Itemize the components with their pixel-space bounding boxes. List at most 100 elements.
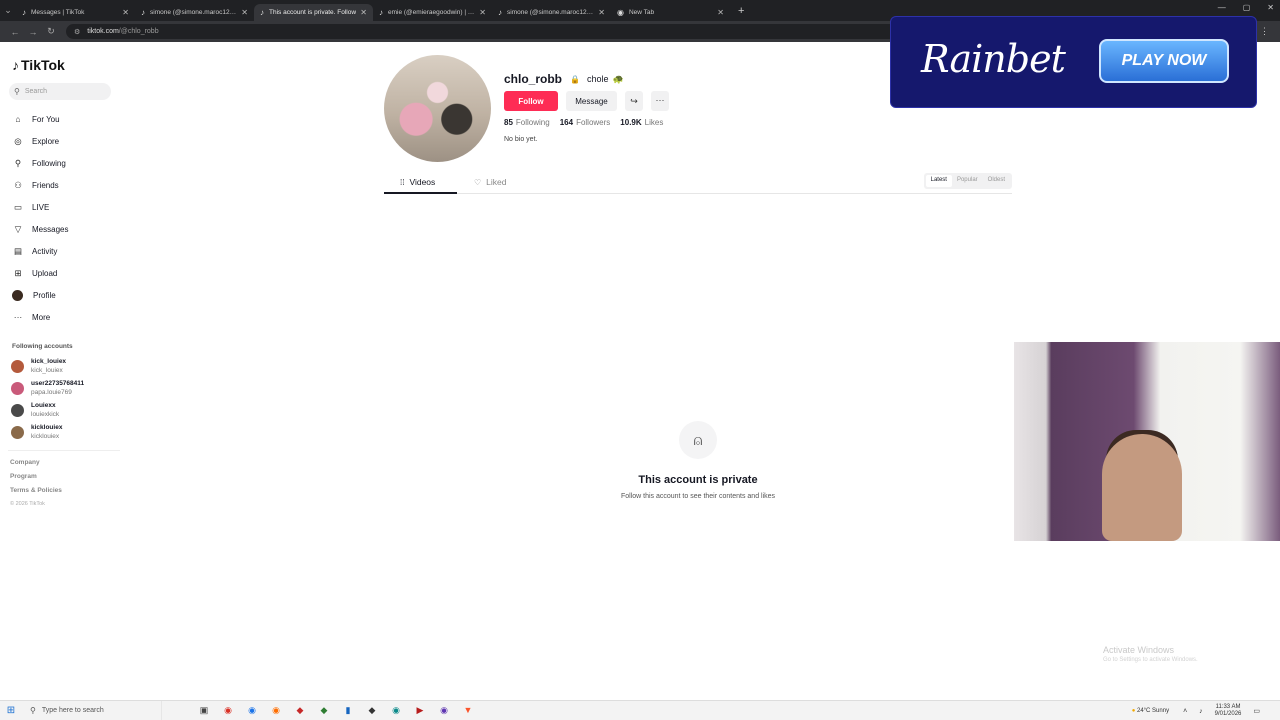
sort-latest[interactable]: Latest [925,175,952,187]
close-tab-icon[interactable]: ✕ [122,8,129,17]
sidebar-item-label: Friends [32,180,59,190]
window-controls: — ▢ ✕ [1218,3,1274,12]
sidebar-item-upload[interactable]: ⊞ Upload [11,262,68,284]
new-tab-button[interactable]: + [738,5,744,17]
follow-button[interactable]: Follow [504,91,558,111]
tab-videos[interactable]: ⁞⁞ Videos [400,177,435,187]
sidebar-item-label: Explore [32,136,60,146]
copyright: © 2026 TikTok [10,501,45,507]
sidebar-item-activity[interactable]: ▤ Activity [11,240,68,262]
sidebar-item-more[interactable]: ··· More [11,306,68,328]
site-info-icon[interactable]: ⚙ [74,28,80,36]
profile-icon [12,289,23,301]
chevron-up-icon[interactable]: ˄ [1183,708,1187,715]
sidebar-item-for-you[interactable]: ⌂ For You [11,108,68,130]
following-icon: ⚲ [14,157,22,168]
system-tray: ● 24°C Sunny ˄ ♪ 11:33 AM 9/01/2026 ▭ [1132,701,1272,720]
app-dark-icon[interactable]: ◆ [360,705,384,716]
taskbar-search[interactable]: ⚲ Type here to search [22,700,162,720]
close-tab-icon[interactable]: ✕ [717,8,724,17]
forward-icon[interactable]: → [24,27,42,37]
browser-tab[interactable]: ♪ Messages | TikTok ✕ [16,4,135,21]
following-account-item[interactable]: user22735768411 papa.louie769 [11,377,84,399]
sidebar-item-friends[interactable]: ⚇ Friends [11,174,68,196]
close-window-icon[interactable]: ✕ [1267,3,1274,12]
sort-oldest[interactable]: Oldest [983,175,1010,187]
profile-nickname: chole [586,74,609,84]
close-tab-icon[interactable]: ✕ [360,8,367,17]
browser-tab[interactable]: ♪ simone (@simone.maroc12) | Ti ✕ [135,4,254,21]
sidebar-item-profile[interactable]: Profile [11,284,68,306]
sidebar-item-following[interactable]: ⚲ Following [11,152,68,174]
account-nickname: papa.louie769 [31,389,72,396]
notification-icon[interactable]: ▭ [1253,707,1260,715]
chrome-alt-icon[interactable]: ◉ [240,705,264,716]
avatar [11,425,24,439]
avatar [11,381,24,395]
tab-liked[interactable]: ♡ Liked [474,177,507,187]
task-view-icon[interactable]: ▣ [192,705,216,716]
browser-tab[interactable]: ♪ emie (@emieraegoodwin) | Tik ✕ [373,4,492,21]
tab-search-icon[interactable]: ⌄ [0,5,16,16]
close-tab-icon[interactable]: ✕ [241,8,248,17]
close-tab-icon[interactable]: ✕ [598,8,605,17]
profile-stats: 85 Following 164 Followers 10.9K Likes [504,118,673,127]
sidebar-item-label: Activity [32,246,58,256]
speaker-icon[interactable]: ♪ [1199,708,1203,715]
windows-start-icon[interactable]: ⊞ [0,705,22,716]
chrome-icon[interactable]: ◉ [216,705,240,716]
tiktok-favicon-icon: ♪ [260,7,264,17]
share-icon[interactable]: ↪ [625,91,643,111]
profile-bio: No bio yet. [504,136,538,143]
more-options-icon[interactable]: ··· [651,91,669,111]
private-subtitle: Follow this account to see their content… [620,493,776,500]
sort-popular[interactable]: Popular [952,175,983,187]
search-input[interactable]: ⚲ Search [9,83,111,100]
browser-tab[interactable]: ♪ This account is private. Follow ✕ [254,3,373,21]
app-media-icon[interactable]: ▶ [408,705,432,716]
minimize-icon[interactable]: — [1218,3,1226,12]
sidebar-item-label: More [32,312,51,322]
following-account-item[interactable]: Louiexx louiexkick [11,399,84,421]
sidebar-item-messages[interactable]: ▽ Messages [11,218,69,240]
edge-icon[interactable]: ◉ [384,705,408,716]
footer-link-company[interactable]: Company [10,459,62,473]
webcam-person [1102,434,1182,541]
back-icon[interactable]: ← [6,27,24,37]
reload-icon[interactable]: ↻ [42,26,60,37]
app-red-icon[interactable]: ◆ [288,705,312,716]
followers-stat[interactable]: 164 Followers [560,118,611,127]
sidebar-nav: ⌂ For You ◎ Explore ⚲ Following ⚇ Friends ▭ LIVE ▽… [11,108,68,328]
following-stat[interactable]: 85 Following [504,118,550,127]
app-chat-icon[interactable]: ◉ [432,705,456,716]
grid-icon: ⁞⁞ [400,177,405,187]
firefox-icon[interactable]: ◉ [264,705,288,716]
sidebar-item-explore[interactable]: ◎ Explore [11,130,68,152]
sidebar-item-live[interactable]: ▭ LIVE [11,196,68,218]
close-tab-icon[interactable]: ✕ [479,8,486,17]
footer-link-terms[interactable]: Terms & Policies [10,487,62,501]
webcam-overlay [1014,342,1280,541]
app-blue-icon[interactable]: ▮ [336,705,360,716]
browser-tab[interactable]: ♪ simone (@simone.maroc12) | Ti ✕ [492,4,611,21]
footer-link-program[interactable]: Program [10,473,62,487]
brave-icon[interactable]: ▼ [456,705,480,716]
messages-icon: ▽ [14,223,22,234]
private-title: This account is private [638,474,758,486]
taskbar-clock[interactable]: 11:33 AM 9/01/2026 [1215,704,1242,718]
browser-tab[interactable]: ◉ New Tab ✕ [611,4,730,21]
weather-widget[interactable]: ● 24°C Sunny [1132,708,1169,714]
following-account-item[interactable]: kicklouiex kicklouiex [11,421,84,443]
url-path: /@chlo_robb [118,28,159,35]
ad-play-now-button: PLAY NOW [1099,39,1229,83]
sort-toggle: Latest Popular Oldest [923,173,1012,189]
app-green-icon[interactable]: ◆ [312,705,336,716]
browser-menu-icon[interactable]: ⋮ [1260,26,1269,37]
private-lock-icon: 🔒 [570,74,580,84]
restore-icon[interactable]: ▢ [1243,3,1251,12]
following-account-item[interactable]: kick_louiex kick_louiex [11,355,84,377]
message-button[interactable]: Message [566,91,617,111]
activate-windows-title: Activate Windows [1103,645,1175,655]
tiktok-logo[interactable]: ♪ TikTok [12,57,65,73]
account-username: kicklouiex [31,424,63,431]
